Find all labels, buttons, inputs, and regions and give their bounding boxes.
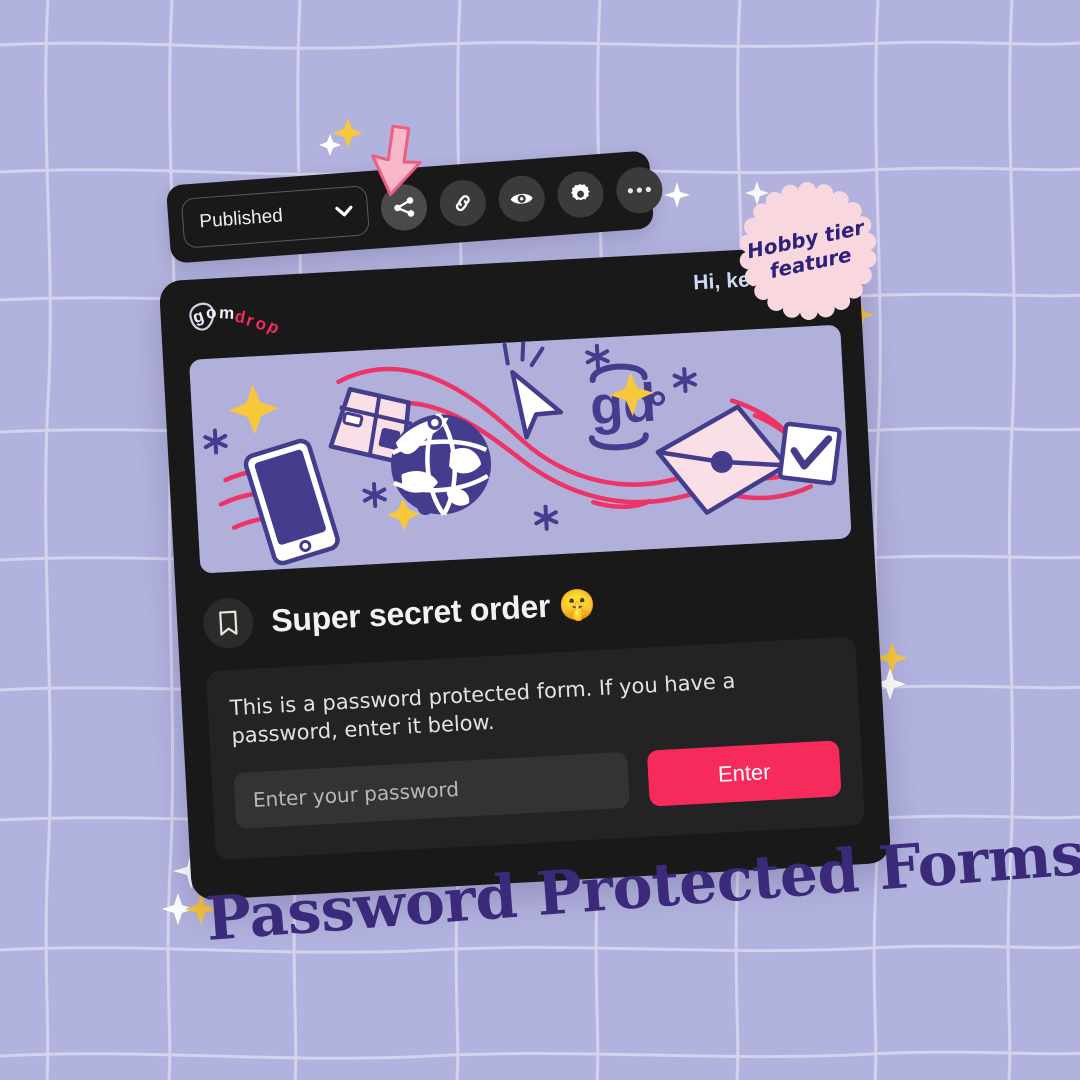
password-panel: This is a password protected form. If yo…: [205, 636, 866, 860]
gear-icon: [571, 184, 590, 201]
page-title: Super secret order 🤫: [270, 585, 596, 640]
bookmark-button[interactable]: [202, 596, 255, 650]
eye-icon: [510, 193, 533, 204]
form-preview-card: g o m d r o p Hi, kenia! gd Super secret…: [158, 243, 892, 901]
svg-text:gd: gd: [589, 373, 658, 436]
link-icon: [455, 195, 470, 212]
enter-button[interactable]: Enter: [646, 739, 842, 807]
password-input[interactable]: [233, 751, 630, 829]
svg-text:m: m: [219, 303, 235, 323]
ellipsis-icon: [627, 186, 651, 194]
bookmark-icon: [219, 610, 238, 636]
status-dropdown[interactable]: Published: [180, 185, 370, 249]
copy-link-button[interactable]: [438, 178, 488, 228]
preview-button[interactable]: [497, 174, 547, 224]
shush-emoji: 🤫: [557, 587, 597, 623]
pointer-arrow-icon: [371, 124, 422, 197]
svg-text:o: o: [204, 302, 217, 322]
password-description: This is a password protected form. If yo…: [229, 668, 736, 749]
banner-artwork: gd: [189, 324, 852, 574]
form-banner-illustration: gd: [189, 324, 852, 574]
chevron-down-icon: [335, 205, 353, 217]
hobby-tier-badge: Hobby tier feature: [724, 167, 891, 334]
password-row: Enter: [233, 739, 842, 829]
status-dropdown-value: Published: [198, 205, 284, 233]
settings-button[interactable]: [555, 169, 606, 220]
gomdrop-logo: g o m d r o p: [184, 294, 306, 348]
form-title-text: Super secret order: [270, 587, 551, 639]
